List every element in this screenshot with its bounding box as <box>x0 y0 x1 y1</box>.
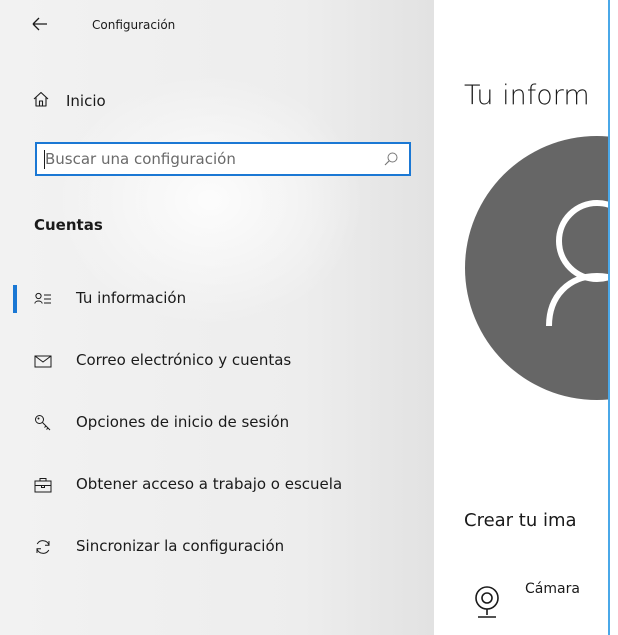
sidebar-item-correo[interactable]: Correo electrónico y cuentas <box>0 346 434 376</box>
title-bar: Configuración <box>0 0 434 44</box>
main-content: Tu inform Crear tu ima Cámara <box>434 0 608 635</box>
back-arrow-icon[interactable] <box>30 14 50 34</box>
sidebar-item-home[interactable]: Inicio <box>32 88 106 114</box>
page-title: Tu inform <box>464 80 590 111</box>
mail-icon <box>34 352 52 370</box>
sidebar-item-label: Tu información <box>76 289 187 307</box>
search-input[interactable] <box>45 148 365 170</box>
camera-option[interactable]: Cámara <box>464 578 608 628</box>
app-title: Configuración <box>92 18 176 32</box>
sidebar-item-label: Correo electrónico y cuentas <box>76 351 292 369</box>
create-picture-heading: Crear tu ima <box>464 510 577 531</box>
webcam-icon <box>472 580 502 622</box>
sync-icon <box>34 538 52 556</box>
camera-label: Cámara <box>525 581 580 597</box>
nav-list: Tu información Correo electrónico y cuen… <box>0 284 434 594</box>
home-label: Inicio <box>66 92 106 110</box>
sidebar: Configuración Inicio Cuentas <box>0 0 434 635</box>
sidebar-item-tu-informacion[interactable]: Tu información <box>0 284 434 314</box>
user-avatar-icon <box>465 136 608 400</box>
briefcase-icon <box>34 476 52 494</box>
text-caret <box>44 150 45 169</box>
key-icon <box>34 414 52 432</box>
section-heading: Cuentas <box>34 216 103 234</box>
home-icon <box>32 90 50 112</box>
sidebar-item-sincronizar[interactable]: Sincronizar la configuración <box>0 532 434 562</box>
sidebar-item-label: Obtener acceso a trabajo o escuela <box>76 475 343 493</box>
settings-window: Configuración Inicio Cuentas <box>0 0 610 635</box>
search-box[interactable] <box>35 142 411 176</box>
user-info-icon <box>34 290 52 308</box>
sidebar-item-inicio-sesion[interactable]: Opciones de inicio de sesión <box>0 408 434 438</box>
sidebar-item-label: Opciones de inicio de sesión <box>76 413 290 431</box>
sidebar-item-trabajo-escuela[interactable]: Obtener acceso a trabajo o escuela <box>0 470 434 500</box>
search-icon[interactable] <box>383 151 399 167</box>
sidebar-item-label: Sincronizar la configuración <box>76 537 285 555</box>
